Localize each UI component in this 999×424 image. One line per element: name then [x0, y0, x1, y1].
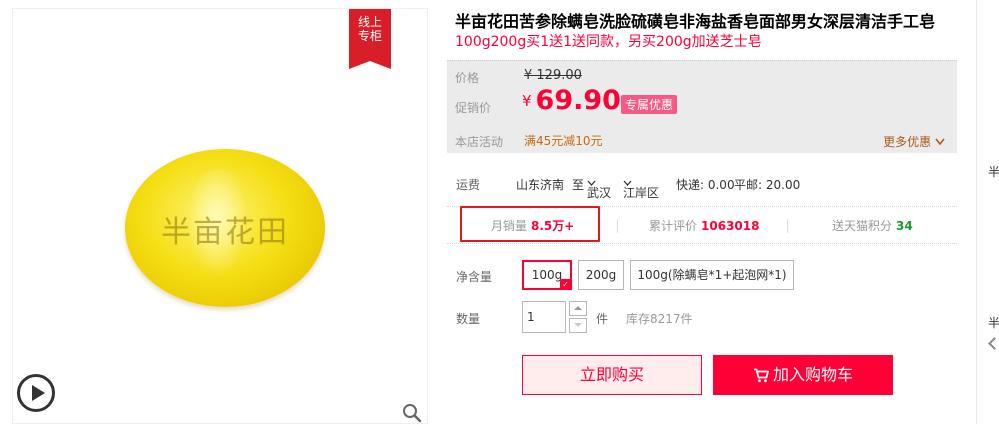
side-panel-text: 半	[988, 316, 999, 330]
price-label: 价格	[455, 71, 480, 85]
currency-symbol: ¥	[522, 92, 532, 110]
district-name: 江岸区	[623, 186, 660, 200]
add-to-cart-label: 加入购物车	[772, 365, 853, 384]
monthly-sales-highlight-box	[460, 206, 600, 242]
buy-now-button[interactable]: 立即购买	[522, 355, 702, 395]
shipping-row: 运费 山东济南 至 武汉 江岸区 快递: 0.00 平邮: 20.00	[447, 168, 957, 200]
quantity-unit: 件	[596, 312, 609, 326]
product-image[interactable]: 半亩花田	[125, 149, 325, 307]
badge-line-2: 专柜	[357, 29, 382, 43]
quantity-input[interactable]: 1	[522, 301, 566, 333]
shipping-label: 运费	[456, 178, 481, 192]
district-selector[interactable]: 江岸区	[623, 176, 659, 200]
promo-price-label: 促销价	[455, 101, 492, 115]
points-label: 送天猫积分	[832, 219, 893, 233]
net-content-label: 净含量	[456, 270, 493, 284]
quantity-label: 数量	[456, 312, 481, 326]
tmall-points: 送天猫积分 34	[832, 217, 913, 234]
zoom-icon[interactable]	[402, 403, 422, 423]
reviews-label: 累计评价	[649, 219, 698, 233]
shipping-from: 山东济南	[516, 178, 565, 192]
product-page: 线上 专柜 半亩花田 半亩花田苦参除螨皂洗脸硫磺皂非海盐香皂面部男女深层清洁手工…	[0, 0, 999, 424]
chevron-down-icon	[935, 138, 945, 146]
store-activity-label: 本店活动	[455, 135, 504, 149]
city-selector[interactable]: 武汉	[587, 176, 611, 200]
product-subtitle: 100g200g买1送1送同款，另买200g加送芝士皂	[455, 34, 762, 50]
divider	[617, 219, 618, 233]
price-panel: 价格 ¥ 129.00 促销价 ¥69.90 专属优惠 本店活动 满45元减10…	[447, 60, 957, 153]
cart-icon	[753, 368, 769, 383]
total-reviews[interactable]: 累计评价 1063018	[649, 217, 759, 234]
shipping-to: 至	[572, 178, 585, 192]
promo-price: ¥69.90	[522, 85, 621, 116]
divider	[976, 0, 977, 424]
stock-count: 库存8217件	[626, 312, 693, 326]
store-activity: 满45元减10元	[524, 134, 603, 148]
add-to-cart-button[interactable]: 加入购物车	[713, 355, 893, 395]
more-offers-link[interactable]: 更多优惠	[883, 133, 945, 150]
online-counter-badge: 线上 专柜	[349, 9, 391, 69]
product-gallery: 线上 专柜 半亩花田	[12, 8, 428, 424]
promo-price-value: 69.90	[535, 85, 621, 116]
original-price: ¥ 129.00	[524, 68, 582, 83]
points-value: 34	[896, 219, 913, 233]
play-icon[interactable]	[17, 374, 55, 412]
more-offers-label: 更多优惠	[883, 135, 932, 149]
city-name: 武汉	[587, 186, 612, 200]
option-100g-bundle[interactable]: 100g(除螨皂*1+起泡网*1)	[630, 260, 794, 290]
express-fee: 快递: 0.00	[676, 178, 735, 192]
side-panel-text: 半	[988, 165, 999, 179]
reviews-value: 1063018	[701, 219, 760, 233]
option-200g[interactable]: 200g	[578, 260, 624, 290]
badge-line-1: 线上	[357, 15, 382, 29]
chevron-up-icon[interactable]	[569, 301, 587, 316]
exclusive-offer-tag[interactable]: 专属优惠	[621, 95, 678, 114]
mail-fee: 平邮: 20.00	[734, 178, 801, 192]
product-title: 半亩花田苦参除螨皂洗脸硫磺皂非海盐香皂面部男女深层清洁手工皂	[455, 12, 936, 31]
option-100g[interactable]: 100g	[522, 260, 572, 290]
product-image-brand-text: 半亩花田	[161, 215, 289, 250]
divider	[787, 219, 788, 233]
chevron-up-icon[interactable]	[988, 337, 999, 350]
chevron-down-icon[interactable]	[569, 318, 587, 333]
